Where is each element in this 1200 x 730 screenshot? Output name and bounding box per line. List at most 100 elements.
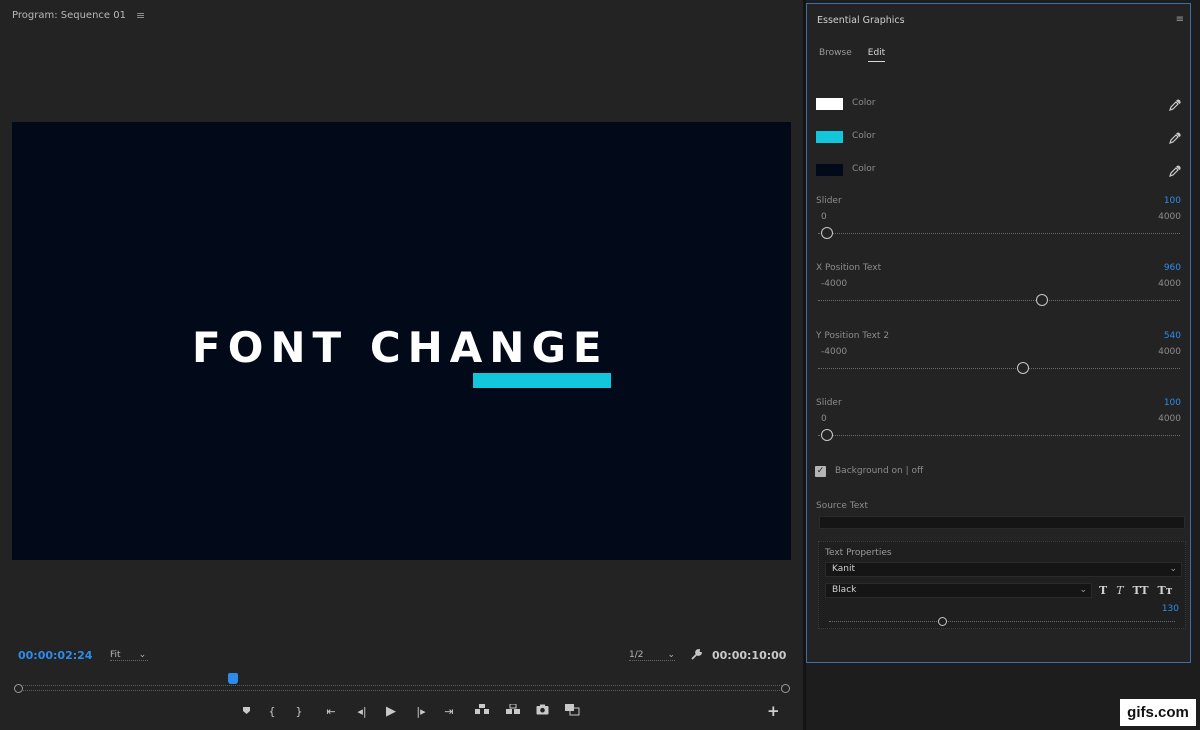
slider-min: -4000 xyxy=(821,347,848,357)
slider-track[interactable] xyxy=(818,233,1180,234)
slider-track[interactable] xyxy=(818,300,1180,301)
watermark-logo: gifs.com xyxy=(1120,699,1196,726)
text-properties-group: Text Properties Kanit ⌄ Black ⌄ T T TT T… xyxy=(818,541,1186,629)
font-size-value[interactable]: 130 xyxy=(1162,604,1179,614)
color-row: Color xyxy=(816,162,1181,178)
slider-max: 4000 xyxy=(1158,347,1181,357)
slider-value[interactable]: 100 xyxy=(1164,196,1181,206)
mark-out-icon[interactable]: } xyxy=(287,705,311,718)
slider-control: Slider 100 0 4000 xyxy=(816,398,1181,454)
font-style-select[interactable]: Black ⌄ xyxy=(825,583,1092,598)
hamburger-menu-icon[interactable]: ≡ xyxy=(136,9,145,22)
play-icon[interactable]: ▶ xyxy=(373,704,409,719)
faux-bold-button[interactable]: T xyxy=(1099,584,1107,597)
background-checkbox[interactable]: ✓ xyxy=(815,465,826,477)
tab-browse[interactable]: Browse xyxy=(819,48,852,62)
slider-label: Slider xyxy=(816,398,842,408)
video-viewer: FONT CHANGE xyxy=(12,122,791,560)
hamburger-menu-icon[interactable]: ≡ xyxy=(1176,14,1184,25)
color-label: Color xyxy=(852,164,876,174)
export-frame-icon[interactable] xyxy=(527,704,557,718)
slider-thumb[interactable] xyxy=(821,429,834,441)
slider-control: Slider 100 0 4000 xyxy=(816,196,1181,252)
color-label: Color xyxy=(852,98,876,108)
timeline-end-handle[interactable] xyxy=(781,684,790,693)
slider-track[interactable] xyxy=(818,368,1180,369)
eyedropper-icon[interactable] xyxy=(1169,96,1181,111)
current-timecode[interactable]: 00:00:02:24 xyxy=(18,649,92,662)
color-swatch[interactable] xyxy=(816,164,843,176)
slider-thumb[interactable] xyxy=(1036,294,1049,306)
program-header: Program: Sequence 01 ≡ xyxy=(12,9,145,22)
slider-thumb[interactable] xyxy=(821,227,834,239)
go-to-out-icon[interactable]: ⇥ xyxy=(433,705,465,718)
slider-label: Y Position Text 2 xyxy=(816,331,890,341)
accent-bar xyxy=(473,373,611,388)
timeline-scrubber[interactable] xyxy=(14,673,790,695)
font-family-select[interactable]: Kanit ⌄ xyxy=(825,562,1182,577)
color-label: Color xyxy=(852,131,876,141)
step-back-icon[interactable]: ◂| xyxy=(351,705,373,718)
eyedropper-icon[interactable] xyxy=(1169,129,1181,144)
slider-min: 0 xyxy=(821,212,827,222)
resolution-select-label: 1/2 xyxy=(629,650,644,660)
plus-icon[interactable]: + xyxy=(767,702,780,720)
mark-in-icon[interactable]: { xyxy=(257,705,287,718)
slider-max: 4000 xyxy=(1158,212,1181,222)
extract-icon[interactable] xyxy=(499,703,527,718)
slider-min: 0 xyxy=(821,414,827,424)
source-text-input[interactable] xyxy=(819,516,1185,529)
zoom-select-label: Fit xyxy=(110,650,121,660)
text-properties-label: Text Properties xyxy=(825,548,892,558)
total-timecode: 00:00:10:00 xyxy=(712,649,787,662)
font-family-value: Kanit xyxy=(832,564,855,574)
transport-controls: { } ⇤ ◂| ▶ |▸ ⇥ xyxy=(235,702,587,720)
go-to-in-icon[interactable]: ⇤ xyxy=(311,705,351,718)
checkbox-label: Background on | off xyxy=(835,466,924,476)
color-swatch[interactable] xyxy=(816,98,843,110)
faux-italic-button[interactable]: T xyxy=(1116,584,1123,597)
slider-control: X Position Text 960 -4000 4000 xyxy=(816,263,1181,319)
tab-edit[interactable]: Edit xyxy=(867,48,886,62)
headline-text: FONT CHANGE xyxy=(192,323,609,372)
slider-value[interactable]: 540 xyxy=(1164,331,1181,341)
slider-track[interactable] xyxy=(818,435,1180,436)
step-forward-icon[interactable]: |▸ xyxy=(409,705,433,718)
font-size-track[interactable] xyxy=(829,621,1175,622)
slider-value[interactable]: 960 xyxy=(1164,263,1181,273)
panel-title: Essential Graphics xyxy=(817,15,905,26)
small-caps-button[interactable]: Tт xyxy=(1158,584,1173,597)
color-row: Color xyxy=(816,129,1181,145)
slider-label: Slider xyxy=(816,196,842,206)
slider-min: -4000 xyxy=(821,279,848,289)
program-monitor: Program: Sequence 01 ≡ FONT CHANGE 00:00… xyxy=(0,0,803,730)
chevron-down-icon: ⌄ xyxy=(1169,564,1177,574)
essential-graphics-panel: Essential Graphics ≡ Browse Edit Color C… xyxy=(806,3,1191,663)
zoom-select[interactable]: Fit ⌄ xyxy=(110,650,149,661)
slider-max: 4000 xyxy=(1158,414,1181,424)
slider-thumb[interactable] xyxy=(1017,362,1030,374)
compare-icon[interactable] xyxy=(557,703,587,719)
marker-icon[interactable] xyxy=(235,705,257,718)
source-text-label: Source Text xyxy=(816,501,868,511)
all-caps-button[interactable]: TT xyxy=(1133,584,1149,597)
playhead[interactable] xyxy=(228,673,239,684)
timeline-start-handle[interactable] xyxy=(14,684,23,693)
color-row: Color xyxy=(816,96,1181,112)
timeline-track[interactable] xyxy=(18,685,786,691)
chevron-down-icon: ⌄ xyxy=(138,650,147,660)
monitor-controls: 00:00:02:24 Fit ⌄ 1/2 ⌄ 00:00:10:00 xyxy=(0,647,803,667)
program-title: Program: Sequence 01 xyxy=(12,10,126,21)
slider-value[interactable]: 100 xyxy=(1164,398,1181,408)
slider-label: X Position Text xyxy=(816,263,882,273)
lift-icon[interactable] xyxy=(465,704,499,718)
wrench-icon[interactable] xyxy=(690,648,703,665)
background-toggle: ✓ Background on | off xyxy=(815,464,923,478)
resolution-select[interactable]: 1/2 ⌄ xyxy=(629,650,676,661)
slider-max: 4000 xyxy=(1158,279,1181,289)
font-style-value: Black xyxy=(832,585,857,595)
font-size-thumb[interactable] xyxy=(938,617,948,626)
eyedropper-icon[interactable] xyxy=(1169,162,1181,177)
text-style-buttons: T T TT Tт xyxy=(1099,584,1173,597)
color-swatch[interactable] xyxy=(816,131,843,143)
